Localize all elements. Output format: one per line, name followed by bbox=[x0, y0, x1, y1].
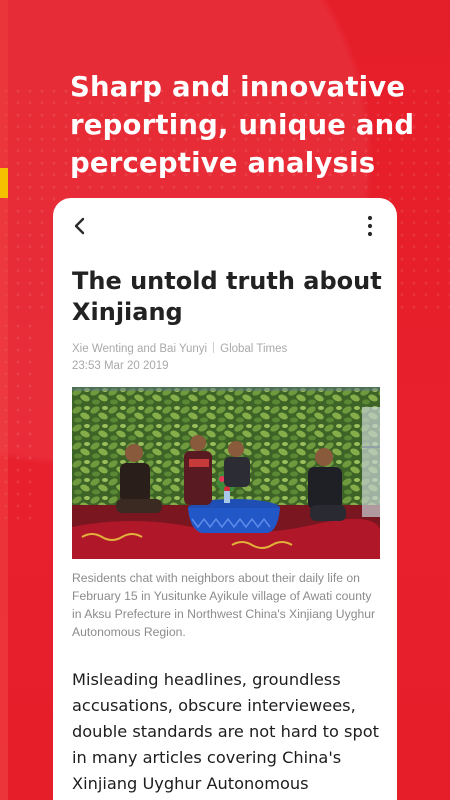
promo-headline: Sharp and innovative reporting, unique a… bbox=[70, 71, 415, 179]
article-timestamp: 23:53 Mar 20 2019 bbox=[72, 360, 169, 372]
back-button[interactable] bbox=[69, 217, 91, 239]
photo-residents-chatting-icon bbox=[72, 387, 380, 559]
edge-strip bbox=[0, 0, 8, 800]
more-vertical-icon bbox=[367, 215, 373, 242]
article-byline: Xie Wenting and Bai Yunyi Global Times bbox=[72, 341, 287, 358]
article-screen: The untold truth about Xinjiang Xie Went… bbox=[53, 198, 397, 800]
yellow-accent-bar bbox=[0, 168, 8, 198]
more-options-button[interactable] bbox=[365, 215, 375, 242]
article-title: The untold truth about Xinjiang bbox=[72, 267, 382, 326]
article-toolbar bbox=[53, 198, 397, 258]
article-authors: Xie Wenting and Bai Yunyi bbox=[72, 343, 208, 355]
chevron-left-icon bbox=[73, 217, 87, 240]
byline-divider bbox=[213, 342, 215, 353]
article-source[interactable]: Global Times bbox=[220, 343, 287, 355]
photo-caption: Residents chat with neighbors about thei… bbox=[72, 571, 376, 639]
article-photo[interactable] bbox=[72, 387, 380, 559]
article-body: Misleading headlines, groundless accusat… bbox=[72, 670, 380, 793]
